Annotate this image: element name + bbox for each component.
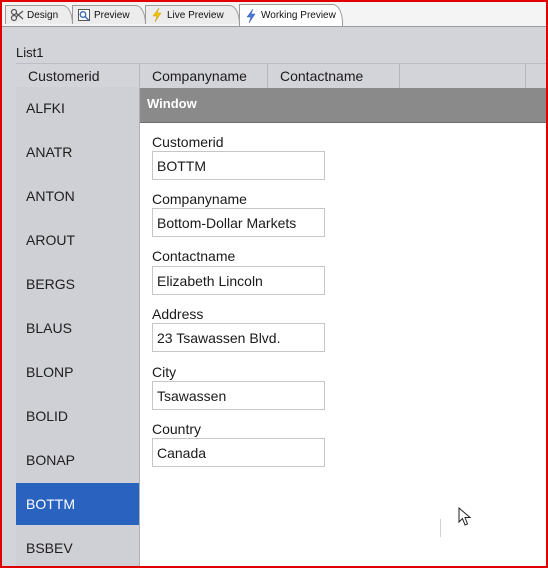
contactname-label: Contactname	[152, 248, 236, 264]
list-item-selected[interactable]: BOTTM	[16, 483, 140, 525]
divider-line	[440, 519, 441, 537]
list-item[interactable]: ANTON	[16, 175, 140, 217]
customer-list: ALFKI ANATR ANTON AROUT BERGS BLAUS BLON…	[16, 87, 140, 566]
customerid-field[interactable]	[152, 151, 325, 180]
customerid-label: Customerid	[152, 134, 224, 150]
list-item[interactable]: BSBEV	[16, 527, 140, 566]
list-item[interactable]: BLAUS	[16, 307, 140, 349]
tab-preview[interactable]: Preview	[72, 5, 146, 24]
tab-live-preview[interactable]: Live Preview	[145, 5, 240, 24]
design-icon	[10, 8, 24, 22]
tab-label: Design	[27, 9, 59, 21]
app-frame: Design Preview Live Preview Working Prev…	[0, 0, 548, 568]
grid-header: Customerid Companyname Contactname	[16, 63, 546, 88]
companyname-label: Companyname	[152, 191, 247, 207]
address-label: Address	[152, 306, 204, 322]
list-title: List1	[16, 45, 44, 60]
column-header-empty[interactable]	[400, 64, 526, 88]
tab-design[interactable]: Design	[5, 5, 73, 24]
list-item[interactable]: BLONP	[16, 351, 140, 393]
preview-workspace: List1 Customerid Companyname Contactname…	[2, 27, 546, 566]
lightning-icon	[244, 8, 258, 23]
list-item[interactable]: AROUT	[16, 219, 140, 261]
tab-label: Live Preview	[167, 9, 224, 21]
tab-label: Preview	[94, 9, 130, 21]
list-item[interactable]: BERGS	[16, 263, 140, 305]
country-field[interactable]	[152, 438, 325, 467]
lightning-icon	[150, 8, 164, 22]
city-field[interactable]	[152, 381, 325, 410]
preview-icon	[77, 8, 91, 22]
tab-label: Working Preview	[261, 10, 336, 21]
list-item[interactable]: BONAP	[16, 439, 140, 481]
column-header-customerid[interactable]: Customerid	[16, 64, 140, 88]
column-header-contactname[interactable]: Contactname	[268, 64, 400, 88]
companyname-field[interactable]	[152, 208, 325, 237]
column-header-companyname[interactable]: Companyname	[140, 64, 268, 88]
window-title[interactable]: Window	[140, 88, 546, 123]
list-item[interactable]: BOLID	[16, 395, 140, 437]
tab-strip: Design Preview Live Preview Working Prev…	[2, 2, 546, 27]
mouse-pointer-icon	[458, 506, 472, 532]
address-field[interactable]	[152, 323, 325, 352]
list-item[interactable]: ALFKI	[16, 87, 140, 129]
country-label: Country	[152, 421, 202, 437]
contactname-field[interactable]	[152, 266, 325, 295]
city-label: City	[152, 364, 177, 380]
tab-working-preview[interactable]: Working Preview	[239, 4, 343, 26]
list-item[interactable]: ANATR	[16, 131, 140, 173]
detail-window: Window Customerid Companyname Contactnam…	[140, 88, 546, 566]
